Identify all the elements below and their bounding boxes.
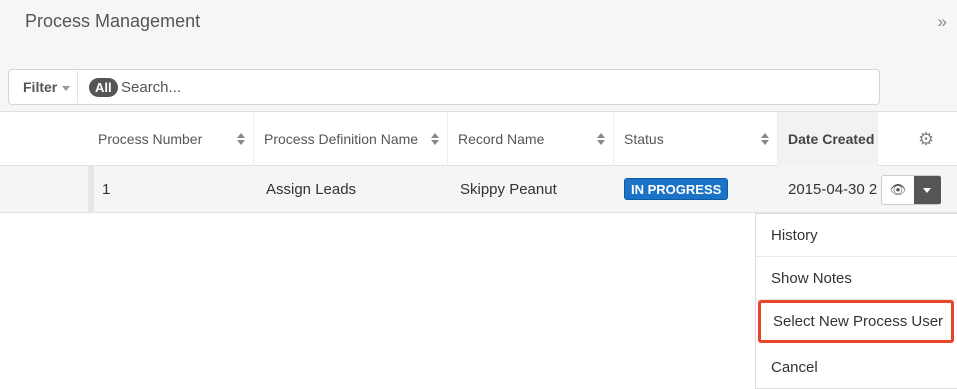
column-label: Record Name xyxy=(458,131,545,147)
search-box: Filter All xyxy=(8,69,880,105)
header: Process Management » xyxy=(0,0,957,56)
column-header-status[interactable]: Status xyxy=(614,112,778,166)
cell-process-number: 1 xyxy=(88,166,243,213)
column-header-process-definition-name[interactable]: Process Definition Name xyxy=(254,112,448,166)
column-header-date-created[interactable]: Date Created xyxy=(778,112,878,166)
row-actions: 👁 xyxy=(881,175,941,205)
caret-down-icon xyxy=(62,85,71,91)
cell-date-created: 2015-04-30 2 xyxy=(788,181,878,198)
menu-item-cancel[interactable]: Cancel xyxy=(756,346,957,389)
caret-down-icon xyxy=(923,188,931,193)
sort-icon[interactable] xyxy=(761,133,769,145)
actions-dropdown-menu: History Show Notes Select New Process Us… xyxy=(755,213,957,389)
gear-icon[interactable]: ⚙ xyxy=(918,129,934,150)
sort-icon[interactable] xyxy=(237,133,245,145)
table-row[interactable]: 1 Assign Leads Skippy Peanut IN PROGRESS… xyxy=(0,166,957,213)
column-label: Status xyxy=(624,131,664,147)
page-title: Process Management xyxy=(25,11,201,31)
table-header: Process Number Process Definition Name R… xyxy=(0,112,957,166)
column-header-process-number[interactable]: Process Number xyxy=(88,112,254,166)
column-label: Process Definition Name xyxy=(264,131,419,147)
menu-item-show-notes[interactable]: Show Notes xyxy=(756,257,957,300)
column-header-record-name[interactable]: Record Name xyxy=(448,112,614,166)
eye-icon[interactable]: 👁 xyxy=(882,176,914,204)
actions-dropdown-button[interactable] xyxy=(914,176,941,204)
search-input[interactable] xyxy=(121,71,821,103)
status-badge: IN PROGRESS xyxy=(624,178,729,200)
cell-status: IN PROGRESS xyxy=(614,166,778,213)
cell-process-definition-name: Assign Leads xyxy=(266,181,357,198)
column-label: Date Created xyxy=(788,131,875,147)
double-chevron-right-icon[interactable]: » xyxy=(938,12,947,32)
menu-item-select-new-process-user[interactable]: Select New Process User xyxy=(758,300,954,343)
sort-icon[interactable] xyxy=(597,133,605,145)
filter-dropdown-button[interactable]: Filter xyxy=(10,71,78,103)
cell-record-name[interactable]: Skippy Peanut xyxy=(448,166,614,213)
sort-icon[interactable] xyxy=(431,133,439,145)
menu-item-history[interactable]: History xyxy=(756,214,957,257)
filter-bar: Filter All xyxy=(0,56,957,112)
column-label: Process Number xyxy=(98,131,203,147)
filter-label: Filter xyxy=(23,79,58,95)
filter-all-badge[interactable]: All xyxy=(89,78,118,97)
